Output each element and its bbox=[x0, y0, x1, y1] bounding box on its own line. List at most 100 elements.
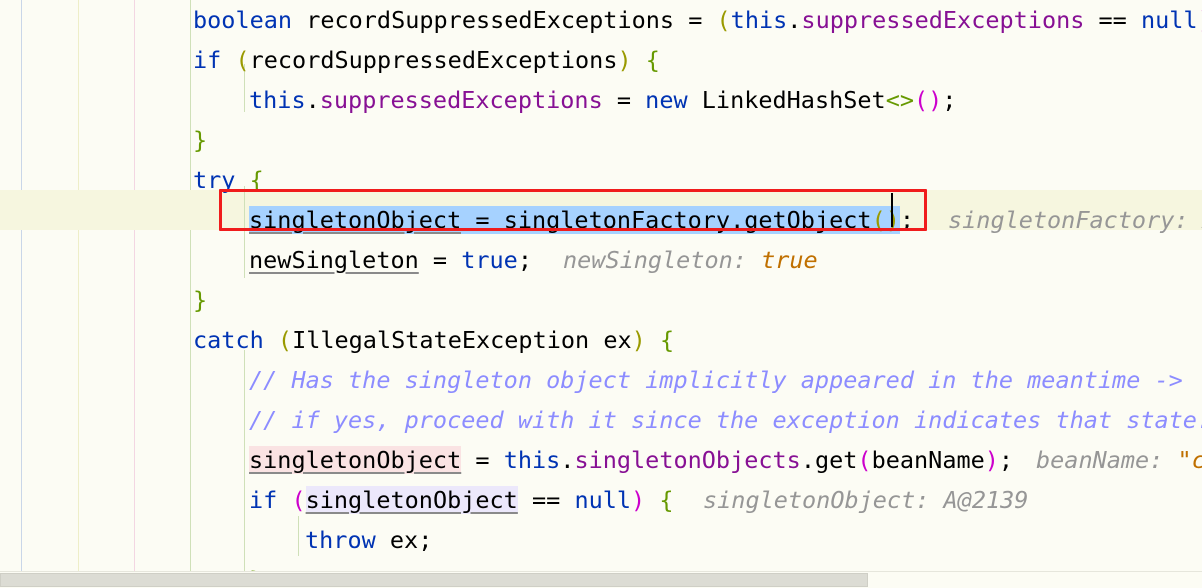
line-new-linkedhashset[interactable]: this.suppressedExceptions = new LinkedHa… bbox=[0, 80, 1202, 120]
inline-parameter-hint: singletonObject: A@2139 bbox=[703, 480, 1028, 520]
code-token: newSingleton bbox=[249, 246, 419, 274]
code-token: ( bbox=[235, 46, 250, 74]
line-singleton-object-get-beanname[interactable]: singletonObject = this.singletonObjects.… bbox=[0, 440, 1202, 480]
inline-hint-label: beanName: bbox=[1036, 446, 1178, 474]
code-editor[interactable]: boolean recordSuppressedExceptions = (th… bbox=[0, 0, 1202, 588]
code-token: catch bbox=[193, 326, 264, 354]
code-token: singletonObject bbox=[305, 486, 518, 514]
code-token: this bbox=[730, 6, 788, 34]
red-annotation-box bbox=[219, 189, 927, 231]
code-token: = bbox=[602, 86, 646, 114]
code-token: get bbox=[814, 446, 858, 474]
code-token: == bbox=[1084, 6, 1141, 34]
line-close-try-brace[interactable]: } bbox=[0, 280, 1202, 320]
code-token: recordSuppressedExceptions bbox=[249, 46, 618, 74]
inline-parameter-hint: singletonFactory: A bbox=[948, 200, 1202, 240]
code-line-content: if (singletonObject == null) { bbox=[249, 480, 674, 520]
code-token: new bbox=[645, 86, 688, 114]
line-comment-if-yes-proceed[interactable]: // if yes, proceed with it since the exc… bbox=[0, 400, 1202, 440]
code-line-content: } bbox=[193, 120, 207, 160]
code-token: null bbox=[1140, 6, 1198, 34]
code-token: beanName bbox=[871, 446, 985, 474]
code-line-content: catch (IllegalStateException ex) { bbox=[193, 320, 674, 360]
code-line-content: boolean recordSuppressedExceptions = (th… bbox=[193, 0, 1202, 40]
line-close-if-brace[interactable]: } bbox=[0, 120, 1202, 160]
code-token: ( bbox=[277, 326, 293, 354]
code-token: true bbox=[461, 246, 518, 274]
code-token: null bbox=[574, 486, 632, 514]
inline-hint-label: singletonObject: A@2139 bbox=[703, 486, 1029, 514]
code-token: singletonObjects bbox=[574, 446, 801, 474]
code-token: ( bbox=[857, 446, 872, 474]
code-token: ) bbox=[631, 326, 646, 354]
line-catch-illegal-state[interactable]: catch (IllegalStateException ex) { bbox=[0, 320, 1202, 360]
code-token: throw bbox=[305, 526, 376, 554]
line-comment-has-singleton[interactable]: // Has the singleton object implicitly a… bbox=[0, 360, 1202, 400]
inline-parameter-hint: newSingleton: true bbox=[563, 240, 818, 280]
line-if-singleton-object-null[interactable]: if (singletonObject == null) {singletonO… bbox=[0, 480, 1202, 520]
code-line-content: this.suppressedExceptions = new LinkedHa… bbox=[249, 80, 956, 120]
code-line-content: singletonObject = this.singletonObjects.… bbox=[249, 440, 1013, 480]
code-token: // Has the singleton object implicitly a… bbox=[249, 366, 1183, 394]
code-token: ) bbox=[984, 446, 999, 474]
code-token: ; bbox=[998, 446, 1014, 474]
code-token: <> bbox=[885, 86, 914, 114]
code-token: { bbox=[645, 46, 660, 74]
code-token: . bbox=[800, 446, 815, 474]
code-line-content: throw ex; bbox=[305, 520, 432, 560]
code-token: this bbox=[249, 86, 306, 114]
line-boolean-record-suppressed[interactable]: boolean recordSuppressedExceptions = (th… bbox=[0, 0, 1202, 40]
inline-parameter-hint: beanName: "c bbox=[1036, 440, 1202, 480]
code-line-content: newSingleton = true; bbox=[249, 240, 532, 280]
code-token: suppressedExceptions bbox=[319, 86, 603, 114]
code-line-content: } bbox=[193, 280, 207, 320]
code-token: if bbox=[193, 46, 222, 74]
code-token: this bbox=[503, 446, 561, 474]
code-token: IllegalStateException ex bbox=[292, 326, 632, 354]
inline-hint-value: true bbox=[761, 246, 818, 274]
code-token: } bbox=[193, 286, 208, 314]
code-token: ) bbox=[1198, 6, 1202, 34]
code-token: { bbox=[659, 486, 674, 514]
code-token: . bbox=[305, 86, 320, 114]
code-token: ( bbox=[291, 486, 306, 514]
code-token: () bbox=[914, 86, 943, 114]
code-line-content: // if yes, proceed with it since the exc… bbox=[249, 400, 1202, 440]
line-throw-ex[interactable]: throw ex; bbox=[0, 520, 1202, 560]
code-token: ; bbox=[942, 86, 957, 114]
inline-hint-label: newSingleton: bbox=[563, 246, 762, 274]
code-line-content: // Has the singleton object implicitly a… bbox=[249, 360, 1183, 400]
line-new-singleton-true[interactable]: newSingleton = true; newSingleton: true bbox=[0, 240, 1202, 280]
code-token: LinkedHashSet bbox=[687, 86, 886, 114]
code-line-content: if (recordSuppressedExceptions) { bbox=[193, 40, 660, 80]
horizontal-scrollbar-thumb[interactable] bbox=[0, 573, 868, 587]
horizontal-scrollbar-track[interactable] bbox=[0, 571, 1202, 588]
code-token: ( bbox=[716, 6, 731, 34]
code-token: ; bbox=[418, 526, 433, 554]
line-if-record-suppressed[interactable]: if (recordSuppressedExceptions) { bbox=[0, 40, 1202, 80]
code-token: = bbox=[461, 446, 504, 474]
inline-hint-value: "c bbox=[1177, 446, 1202, 474]
code-token: = bbox=[418, 246, 462, 274]
code-token: . bbox=[560, 446, 575, 474]
code-token: ) bbox=[617, 46, 632, 74]
code-token: ) bbox=[631, 486, 646, 514]
code-token: // if yes, proceed with it since the exc… bbox=[249, 406, 1202, 434]
code-text-area[interactable]: boolean recordSuppressedExceptions = (th… bbox=[0, 0, 1202, 588]
code-token: suppressedExceptions bbox=[801, 6, 1085, 34]
code-token: ex bbox=[375, 526, 419, 554]
code-token: == bbox=[517, 486, 575, 514]
code-token: { bbox=[659, 326, 675, 354]
code-token: recordSuppressedExceptions bbox=[292, 6, 689, 34]
code-token: boolean bbox=[193, 6, 293, 34]
code-token: } bbox=[193, 126, 208, 154]
code-token: singletonObject bbox=[249, 446, 462, 474]
code-token: if bbox=[249, 486, 278, 514]
